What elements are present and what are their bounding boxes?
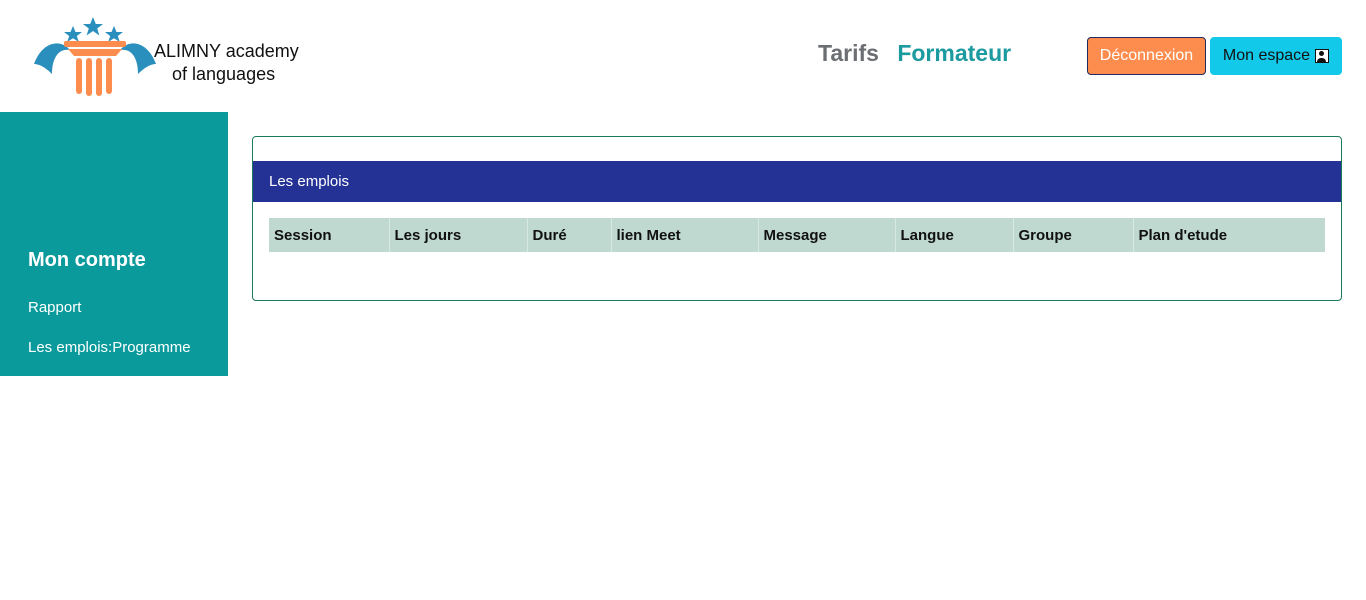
- sidebar-title: Mon compte: [28, 249, 146, 271]
- column-header-session[interactable]: Session: [269, 218, 390, 252]
- academy-logo-icon[interactable]: [30, 14, 160, 98]
- main-nav: Tarifs Formateur: [818, 40, 1011, 67]
- sidebar-item-rapport[interactable]: Rapport: [28, 299, 81, 316]
- schedule-table: Session Les jours Duré lien Meet Message…: [269, 218, 1325, 252]
- column-header-message[interactable]: Message: [758, 218, 896, 252]
- column-header-groupe[interactable]: Groupe: [1013, 218, 1134, 252]
- nav-link-tarifs[interactable]: Tarifs: [818, 40, 879, 66]
- logout-button-label: Déconnexion: [1099, 47, 1194, 64]
- card-title: Les emplois: [253, 161, 1341, 202]
- nav-link-formateur[interactable]: Formateur: [897, 40, 1011, 66]
- my-space-button[interactable]: Mon espace: [1210, 37, 1342, 75]
- column-header-langue[interactable]: Langue: [895, 218, 1014, 252]
- brand-line-1: ALIMNY academy: [154, 41, 299, 61]
- sidebar-item-emplois-programme[interactable]: Les emplois:Programme: [28, 339, 191, 356]
- my-space-button-label: Mon espace: [1222, 47, 1311, 64]
- column-header-plan-etude[interactable]: Plan d'etude: [1133, 218, 1325, 252]
- table-header-row: Session Les jours Duré lien Meet Message…: [269, 218, 1325, 252]
- top-header: ALIMNY academy of languages Tarifs Forma…: [0, 0, 1366, 112]
- user-portrait-icon: [1315, 49, 1330, 63]
- schedule-card: Les emplois Session Les jours Duré lien …: [252, 136, 1342, 301]
- brand-name: ALIMNY academy of languages: [154, 40, 299, 86]
- column-header-les-jours[interactable]: Les jours: [389, 218, 528, 252]
- brand-line-2: of languages: [172, 64, 276, 84]
- sidebar: Mon compte Rapport Les emplois:Programme: [0, 112, 228, 376]
- column-header-dure[interactable]: Duré: [527, 218, 612, 252]
- column-header-lien-meet[interactable]: lien Meet: [611, 218, 759, 252]
- logout-button[interactable]: Déconnexion: [1087, 37, 1206, 75]
